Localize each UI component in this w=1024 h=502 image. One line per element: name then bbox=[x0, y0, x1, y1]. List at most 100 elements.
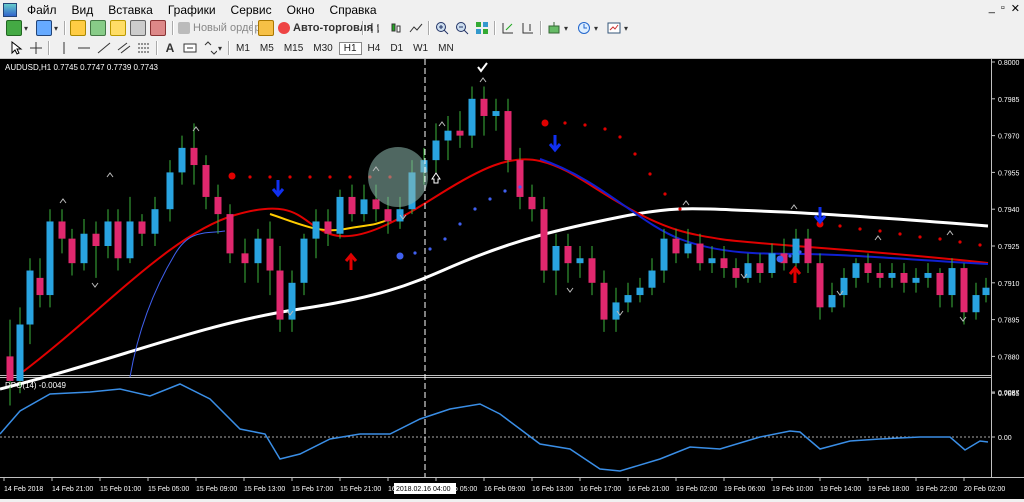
text-label-icon[interactable] bbox=[182, 40, 198, 56]
indicators-dropdown-icon[interactable]: ▾ bbox=[564, 20, 568, 36]
zoom-out-icon[interactable] bbox=[454, 20, 470, 36]
time-label: 16 Feb 13:00 bbox=[532, 486, 573, 493]
candlestick-icon[interactable] bbox=[388, 20, 404, 36]
menu-file[interactable]: Файл bbox=[20, 0, 65, 18]
crosshair-icon[interactable] bbox=[28, 40, 44, 56]
timeframe-h1[interactable]: H1 bbox=[338, 41, 362, 55]
chart-shift-icon[interactable] bbox=[520, 20, 536, 36]
profiles-dropdown-icon[interactable]: ▾ bbox=[54, 20, 58, 36]
bear-candle bbox=[480, 98, 488, 116]
periods-icon[interactable] bbox=[576, 20, 592, 36]
bull-candle bbox=[16, 324, 24, 381]
bull-candle bbox=[151, 209, 159, 234]
price-label: 0.7955 bbox=[998, 170, 1020, 177]
tester-icon[interactable] bbox=[150, 20, 166, 36]
arrows-dropdown-icon[interactable]: ▾ bbox=[218, 40, 222, 56]
bear-candle bbox=[266, 238, 274, 271]
cursor-icon[interactable] bbox=[8, 40, 24, 56]
menu-window[interactable]: Окно bbox=[280, 0, 323, 18]
checkmark-icon bbox=[477, 62, 488, 73]
auto-scroll-icon[interactable] bbox=[500, 20, 516, 36]
bull-candle bbox=[126, 221, 134, 259]
bull-candle bbox=[912, 277, 920, 283]
periods-dropdown-icon[interactable]: ▾ bbox=[594, 20, 598, 36]
bull-candle bbox=[612, 302, 620, 320]
chart-window[interactable]: 0.8000 0.7985 0.7970 0.7955 0.7940 0.7925 0.79… bbox=[0, 59, 1024, 499]
fractal-down-icon bbox=[566, 287, 574, 293]
new-chart-icon[interactable] bbox=[6, 20, 22, 36]
templates-dropdown-icon[interactable]: ▾ bbox=[624, 20, 628, 36]
terminal-icon[interactable] bbox=[130, 20, 146, 36]
restore-button[interactable]: ▫ bbox=[1001, 2, 1005, 15]
trendline-icon[interactable] bbox=[96, 40, 112, 56]
bull-candle bbox=[360, 199, 368, 215]
timeframe-m15[interactable]: M15 bbox=[280, 43, 307, 54]
arrows-icon[interactable] bbox=[202, 40, 218, 56]
indicators-icon[interactable] bbox=[546, 20, 562, 36]
red-dot bbox=[328, 175, 332, 179]
bull-candle bbox=[336, 196, 344, 234]
bull-candle bbox=[468, 98, 476, 136]
bull-candle bbox=[300, 238, 308, 283]
red-dot bbox=[938, 237, 942, 241]
menu-charts[interactable]: Графики bbox=[161, 0, 224, 18]
timeframe-mn[interactable]: MN bbox=[434, 43, 458, 54]
tile-windows-icon[interactable] bbox=[474, 20, 490, 36]
cursor-time-label: 2018.02.16 04:00 bbox=[396, 486, 451, 493]
menu-view[interactable]: Вид bbox=[65, 0, 102, 18]
navigator-icon[interactable] bbox=[110, 20, 126, 36]
close-button[interactable]: ✕ bbox=[1011, 2, 1020, 15]
bear-candle bbox=[36, 277, 44, 296]
red-dot bbox=[958, 240, 962, 244]
profiles-icon[interactable] bbox=[36, 20, 52, 36]
market-watch-icon[interactable] bbox=[70, 20, 86, 36]
timeframe-m30[interactable]: M30 bbox=[309, 43, 336, 54]
blue-dot bbox=[788, 254, 792, 258]
zoom-in-icon[interactable] bbox=[434, 20, 450, 36]
bull-candle bbox=[432, 140, 440, 161]
bull-candle bbox=[924, 272, 932, 278]
auto-trading-icon bbox=[278, 22, 290, 34]
bear-candle bbox=[588, 258, 596, 283]
app-icon bbox=[3, 3, 17, 17]
bear-candle bbox=[384, 209, 392, 222]
text-tool-icon[interactable]: A bbox=[162, 40, 178, 56]
bull-candle bbox=[254, 238, 262, 264]
timeframe-m1[interactable]: M1 bbox=[232, 43, 254, 54]
editor-icon[interactable] bbox=[258, 20, 274, 36]
bear-candle bbox=[372, 199, 380, 210]
timeframe-h4[interactable]: H4 bbox=[364, 43, 385, 54]
time-label: 15 Feb 17:00 bbox=[292, 486, 333, 493]
bear-candle bbox=[516, 160, 524, 197]
menu-tools[interactable]: Сервис bbox=[224, 0, 280, 18]
new-order-button[interactable]: Новый ордер bbox=[178, 20, 261, 36]
timeframe-d1[interactable]: D1 bbox=[386, 43, 407, 54]
line-chart-icon[interactable] bbox=[408, 20, 424, 36]
red-dot bbox=[858, 227, 862, 231]
bear-candle bbox=[214, 196, 222, 215]
bar-chart-icon[interactable] bbox=[368, 20, 384, 36]
templates-icon[interactable] bbox=[606, 20, 622, 36]
menu-help[interactable]: Справка bbox=[323, 0, 385, 18]
timeframe-m5[interactable]: M5 bbox=[256, 43, 278, 54]
red-dot bbox=[308, 175, 312, 179]
time-label: 16 Feb 09:00 bbox=[484, 486, 525, 493]
fractal-up-icon bbox=[682, 200, 690, 206]
price-label: 0.7910 bbox=[998, 281, 1020, 288]
buy-arrow-icon bbox=[788, 265, 802, 283]
menu-insert[interactable]: Вставка bbox=[101, 0, 161, 18]
time-label: 19 Feb 14:00 bbox=[820, 486, 861, 493]
fibonacci-icon[interactable] bbox=[136, 40, 152, 56]
bull-candle bbox=[792, 238, 800, 264]
minimize-button[interactable]: _ bbox=[989, 2, 995, 15]
price-chart[interactable]: 0.8000 0.7985 0.7970 0.7955 0.7940 0.7925 0.79… bbox=[0, 59, 1024, 499]
fractal-down-icon bbox=[91, 282, 99, 288]
horizontal-line-icon[interactable] bbox=[76, 40, 92, 56]
auto-trading-button[interactable]: Авто-торговля bbox=[278, 20, 373, 36]
equidistant-channel-icon[interactable] bbox=[116, 40, 132, 56]
new-chart-dropdown-icon[interactable]: ▾ bbox=[24, 20, 28, 36]
vertical-line-icon[interactable] bbox=[56, 40, 72, 56]
red-dot bbox=[838, 224, 842, 228]
data-window-icon[interactable] bbox=[90, 20, 106, 36]
timeframe-w1[interactable]: W1 bbox=[409, 43, 432, 54]
